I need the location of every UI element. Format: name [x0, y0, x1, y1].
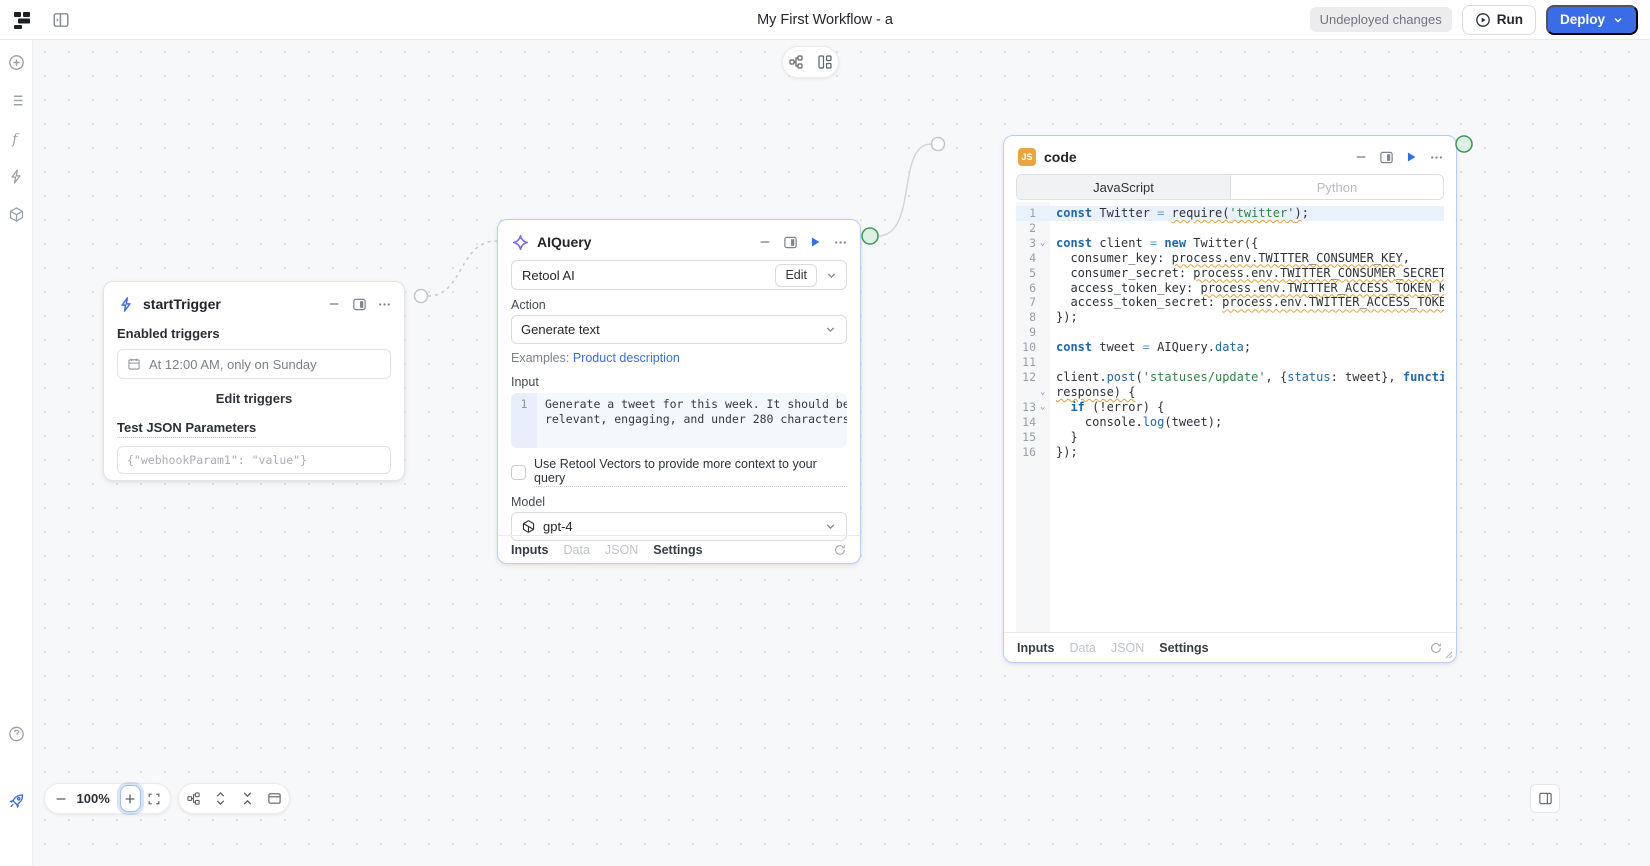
node-title: code	[1044, 149, 1077, 165]
action-label: Action	[511, 298, 847, 312]
resource-selector[interactable]: Retool AI Edit	[511, 260, 847, 290]
vectors-checkbox[interactable]	[511, 465, 526, 480]
edit-triggers-link[interactable]: Edit triggers	[117, 391, 391, 406]
test-json-input[interactable]: {"webhookParam1": "value"}	[117, 446, 391, 474]
panels-layout-icon[interactable]	[813, 49, 839, 75]
openai-icon	[521, 519, 536, 534]
add-block-icon[interactable]	[8, 54, 25, 71]
auto-layout-icon[interactable]	[180, 786, 206, 812]
line-number: 1	[511, 397, 537, 412]
schedule-value: At 12:00 AM, only on Sunday	[149, 357, 317, 372]
language-tabs: JavaScript Python	[1016, 174, 1444, 200]
model-label: Model	[511, 495, 847, 509]
tab-settings[interactable]: Settings	[653, 543, 702, 557]
test-json-label: Test JSON Parameters	[117, 420, 256, 438]
zoom-in-button[interactable]	[120, 785, 141, 812]
tab-javascript[interactable]: JavaScript	[1017, 175, 1230, 199]
tab-json[interactable]: JSON	[605, 543, 638, 557]
code-editor[interactable]: 1const Twitter = require('twitter');23⌄c…	[1016, 202, 1444, 632]
prompt-editor[interactable]: 1 Generate a tweet for this week. It sho…	[511, 393, 847, 448]
help-icon[interactable]	[8, 725, 25, 742]
code-footer: Inputs Data JSON Settings	[1004, 632, 1456, 662]
minimize-icon[interactable]	[326, 296, 342, 312]
function-icon[interactable]: f	[8, 130, 25, 147]
schedule-trigger-row[interactable]: At 12:00 AM, only on Sunday	[117, 349, 391, 379]
chevron-down-icon	[824, 520, 837, 533]
right-panel-toggle-button[interactable]	[1530, 784, 1560, 813]
open-panel-icon[interactable]	[782, 234, 798, 250]
list-panel-icon[interactable]	[8, 92, 25, 109]
run-block-icon[interactable]	[1403, 149, 1419, 165]
examples-link[interactable]: Product description	[573, 351, 680, 365]
minimize-icon[interactable]	[757, 234, 773, 250]
node-aiquery[interactable]: AIQuery Retool AI Edit Action Generate t…	[497, 219, 861, 564]
edit-resource-button[interactable]: Edit	[775, 264, 817, 287]
more-options-icon[interactable]	[376, 296, 392, 312]
more-options-icon[interactable]	[832, 234, 848, 250]
tab-inputs[interactable]: Inputs	[511, 543, 549, 557]
collapse-blocks-icon[interactable]	[235, 786, 261, 812]
chevron-down-icon[interactable]	[825, 269, 838, 282]
node-starttrigger[interactable]: startTrigger Enabled triggers At 12:00 A…	[103, 281, 405, 481]
tab-settings[interactable]: Settings	[1159, 641, 1208, 655]
left-sidebar: f	[0, 40, 33, 866]
tab-data[interactable]: Data	[1070, 641, 1096, 655]
auto-layout-icon[interactable]	[783, 49, 809, 75]
node-title: AIQuery	[537, 234, 591, 250]
triggers-lightning-icon[interactable]	[8, 168, 25, 185]
action-select[interactable]: Generate text	[511, 315, 847, 344]
left-panel-toggle-icon[interactable]	[48, 7, 74, 33]
tab-json[interactable]: JSON	[1111, 641, 1144, 655]
open-panel-icon[interactable]	[351, 296, 367, 312]
resize-handle[interactable]	[1444, 650, 1453, 659]
run-block-icon[interactable]	[807, 234, 823, 250]
refresh-icon[interactable]	[1429, 641, 1443, 655]
enabled-triggers-label: Enabled triggers	[117, 326, 391, 341]
code-lines: 1const Twitter = require('twitter');23⌄c…	[1016, 206, 1444, 459]
zoom-level[interactable]: 100%	[71, 791, 116, 806]
javascript-badge-icon: JS	[1018, 148, 1036, 166]
lightning-icon	[118, 296, 135, 313]
undeployed-changes-badge: Undeployed changes	[1310, 7, 1452, 32]
refresh-icon[interactable]	[833, 543, 847, 557]
play-circle-icon	[1475, 12, 1491, 28]
expand-blocks-icon[interactable]	[207, 786, 233, 812]
aiquery-footer: Inputs Data JSON Settings	[498, 535, 860, 563]
resource-name: Retool AI	[522, 268, 575, 283]
retool-logo-icon[interactable]	[10, 8, 34, 32]
zoom-toolbar: 100%	[44, 783, 171, 814]
node-title: startTrigger	[143, 296, 221, 312]
deploy-button[interactable]: Deploy	[1546, 5, 1638, 35]
tab-python[interactable]: Python	[1230, 175, 1443, 199]
resources-cube-icon[interactable]	[8, 206, 25, 223]
layout-toolbar	[178, 783, 290, 814]
vectors-checkbox-label: Use Retool Vectors to provide more conte…	[534, 457, 847, 487]
examples-label: Examples:	[511, 351, 569, 365]
minimap-frame-icon[interactable]	[262, 786, 288, 812]
prompt-line: Generate a tweet for this week. It shoul…	[537, 397, 847, 412]
chevron-down-icon	[824, 323, 837, 336]
zoom-out-icon[interactable]	[51, 786, 71, 812]
prompt-line: relevant, engaging, and under 280 charac…	[537, 412, 847, 427]
minimize-icon[interactable]	[1353, 149, 1369, 165]
calendar-icon	[127, 357, 141, 371]
ai-sparkle-icon	[512, 234, 529, 251]
tab-data[interactable]: Data	[564, 543, 590, 557]
canvas-top-toolbar	[782, 46, 839, 78]
fit-view-icon[interactable]	[145, 786, 165, 812]
open-panel-icon[interactable]	[1378, 149, 1394, 165]
top-bar: My First Workflow - a Undeployed changes…	[0, 0, 1650, 40]
svg-text:f: f	[11, 131, 20, 147]
more-options-icon[interactable]	[1428, 149, 1444, 165]
node-code[interactable]: JS code JavaScript Python 1const Twitter…	[1003, 135, 1457, 663]
run-button[interactable]: Run	[1462, 5, 1536, 35]
chevron-down-icon	[1612, 14, 1624, 26]
input-label: Input	[511, 375, 847, 389]
tab-inputs[interactable]: Inputs	[1017, 641, 1055, 655]
rocket-icon[interactable]	[8, 792, 25, 809]
